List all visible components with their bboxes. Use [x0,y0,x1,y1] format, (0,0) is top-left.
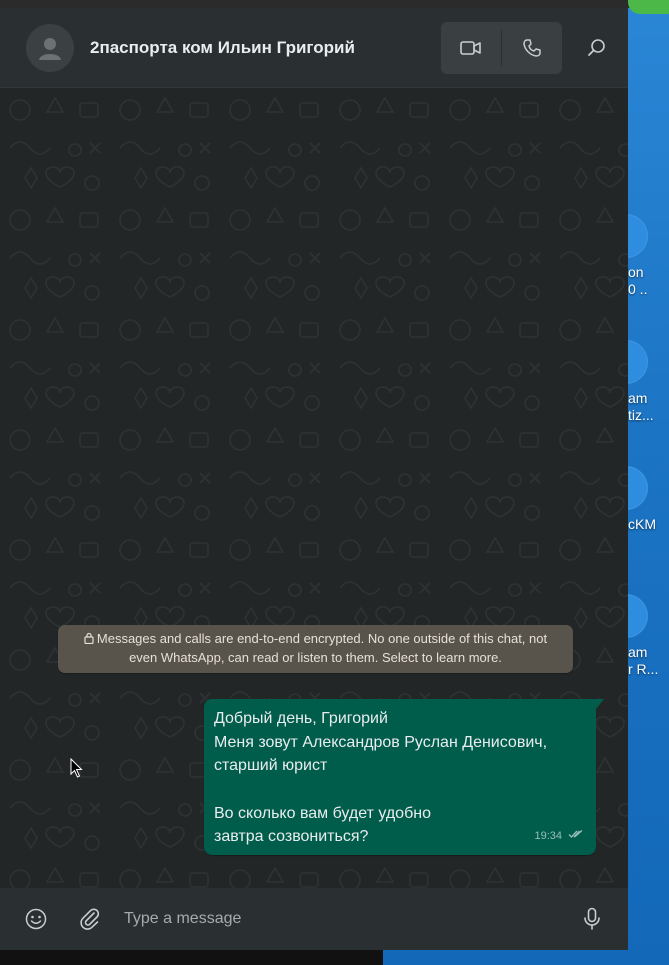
outgoing-message-bubble[interactable]: Добрый день, Григорий Меня зовут Алексан… [204,699,596,855]
attach-icon[interactable] [78,907,102,931]
desktop-top-bar [0,0,669,8]
search-icon[interactable] [586,37,608,59]
desktop-green-corner [628,0,669,14]
message-line: Меня зовут Александров Руслан Денисович, [214,733,548,751]
mouse-cursor-icon [70,757,84,783]
contact-name[interactable]: 2паспорта ком Ильин Григорий [90,38,441,58]
encryption-text-line-2: even WhatsApp, can read or listen to the… [129,650,502,665]
message-line: завтра созвониться? [214,828,369,845]
voice-call-icon[interactable] [502,22,562,74]
emoji-icon[interactable] [24,907,48,931]
lock-icon [84,631,94,649]
message-line: Во сколько вам будет удобно [214,804,431,822]
default-avatar-icon[interactable] [26,23,74,72]
call-buttons-group [441,21,562,74]
microphone-icon[interactable] [580,907,604,931]
message-composer [0,888,628,950]
encryption-text-line-1: Messages and calls are end-to-end encryp… [96,631,548,646]
whatsapp-window: 2паспорта ком Ильин Григорий Messages an… [0,8,628,950]
taskbar-strip [0,950,383,965]
message-line: Добрый день, Григорий [214,710,388,727]
chat-header: 2паспорта ком Ильин Григорий [0,8,628,88]
message-time: 19:34 [534,829,562,842]
message-meta: 19:34 [534,825,584,849]
bubble-tail [596,699,604,709]
double-check-icon [568,825,584,849]
video-call-icon[interactable] [441,22,501,74]
chat-area[interactable]: Messages and calls are end-to-end encryp… [0,88,628,888]
encryption-notice[interactable]: Messages and calls are end-to-end encryp… [58,625,573,673]
message-input[interactable] [124,899,580,939]
message-line: старший юрист [214,757,328,774]
